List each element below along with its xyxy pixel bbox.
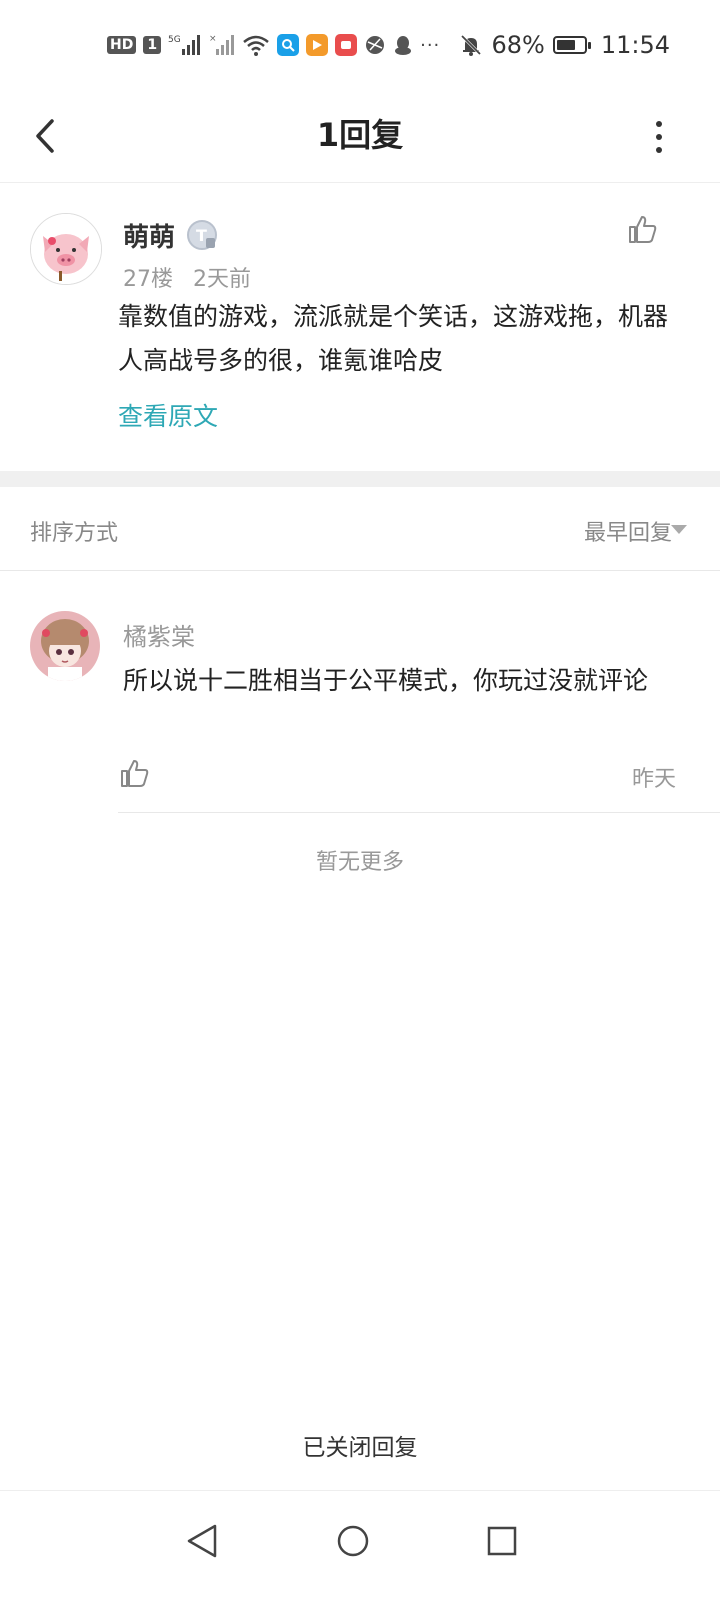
svg-text:5G: 5G bbox=[168, 35, 181, 45]
svg-text:T: T bbox=[196, 226, 207, 245]
nav-home-button[interactable] bbox=[323, 1511, 383, 1571]
mute-bell-icon bbox=[461, 34, 482, 56]
dot-icon bbox=[656, 134, 662, 140]
sim-icon: 1 bbox=[143, 36, 162, 54]
status-bar: HD 1 5G × ··· 68% 11:54 bbox=[0, 0, 720, 90]
triangle-back-icon bbox=[187, 1524, 217, 1558]
section-divider bbox=[0, 471, 720, 487]
floor-number: 27楼 bbox=[123, 267, 173, 292]
username[interactable]: 萌萌 bbox=[123, 217, 175, 254]
anime-girl-avatar-icon bbox=[30, 611, 100, 681]
qq-icon bbox=[395, 36, 412, 55]
browser-app-icon bbox=[277, 34, 300, 56]
circle-home-icon bbox=[337, 1525, 369, 1557]
avatar[interactable] bbox=[30, 213, 102, 285]
clock: 11:54 bbox=[600, 31, 670, 59]
signal-5g-icon: 5G bbox=[168, 35, 201, 55]
view-original-link[interactable]: 查看原文 bbox=[118, 397, 218, 433]
sort-dropdown[interactable]: 最早回复 bbox=[584, 515, 672, 547]
square-recents-icon bbox=[487, 1526, 517, 1556]
level-badge-icon: T bbox=[187, 220, 217, 250]
status-left-icons: HD 1 5G × ··· bbox=[107, 30, 440, 60]
reply-separator bbox=[118, 812, 720, 813]
caret-down-icon[interactable] bbox=[671, 525, 687, 534]
more-options-button[interactable] bbox=[644, 112, 674, 162]
original-comment: 萌萌 T 27楼 2天前 靠数值的游戏，流派就是个笑话，这游戏拖，机器人高战号多… bbox=[0, 183, 720, 471]
wifi-icon bbox=[243, 35, 269, 56]
reply-username[interactable]: 橘紫棠 bbox=[123, 617, 195, 652]
no-more-text: 暂无更多 bbox=[315, 850, 404, 875]
top-app-bar: 1回复 bbox=[0, 90, 720, 183]
replies-closed-text: 已关闭回复 bbox=[302, 1435, 418, 1461]
signal-sim2-icon: × bbox=[209, 34, 235, 55]
sort-row: 排序方式 最早回复 bbox=[0, 487, 720, 571]
pig-avatar-icon bbox=[31, 214, 101, 284]
nav-back-button[interactable] bbox=[172, 1511, 232, 1571]
svg-text:×: × bbox=[209, 34, 217, 44]
globe-app-icon bbox=[366, 36, 385, 54]
avatar[interactable] bbox=[30, 611, 100, 681]
nav-recents-button[interactable] bbox=[472, 1511, 532, 1571]
hd-icon: HD bbox=[107, 36, 137, 54]
red-app-icon bbox=[335, 34, 358, 56]
comment-meta: 27楼 2天前 bbox=[123, 261, 251, 293]
system-nav-bar bbox=[0, 1490, 720, 1601]
battery-icon bbox=[552, 36, 591, 54]
video-app-icon bbox=[306, 34, 329, 56]
dot-icon bbox=[656, 121, 662, 127]
thumbs-up-icon[interactable] bbox=[626, 213, 658, 245]
comment-text: 靠数值的游戏，流派就是个笑话，这游戏拖，机器人高战号多的很，谁氪谁哈皮 bbox=[118, 302, 669, 375]
post-time: 2天前 bbox=[193, 267, 251, 292]
reply-time: 昨天 bbox=[631, 767, 676, 792]
reply-text: 所以说十二胜相当于公平模式，你玩过没就评论 bbox=[123, 666, 649, 695]
more-notifications-icon: ··· bbox=[420, 34, 441, 56]
status-right: 68% 11:54 bbox=[459, 30, 670, 60]
battery-percent: 68% bbox=[491, 31, 545, 59]
thumbs-up-icon[interactable] bbox=[118, 757, 150, 789]
sort-label: 排序方式 bbox=[30, 521, 119, 546]
dot-icon bbox=[656, 147, 662, 153]
reply-item: 橘紫棠 所以说十二胜相当于公平模式，你玩过没就评论 昨天 bbox=[0, 571, 720, 813]
page-title: 1回复 bbox=[316, 116, 404, 154]
